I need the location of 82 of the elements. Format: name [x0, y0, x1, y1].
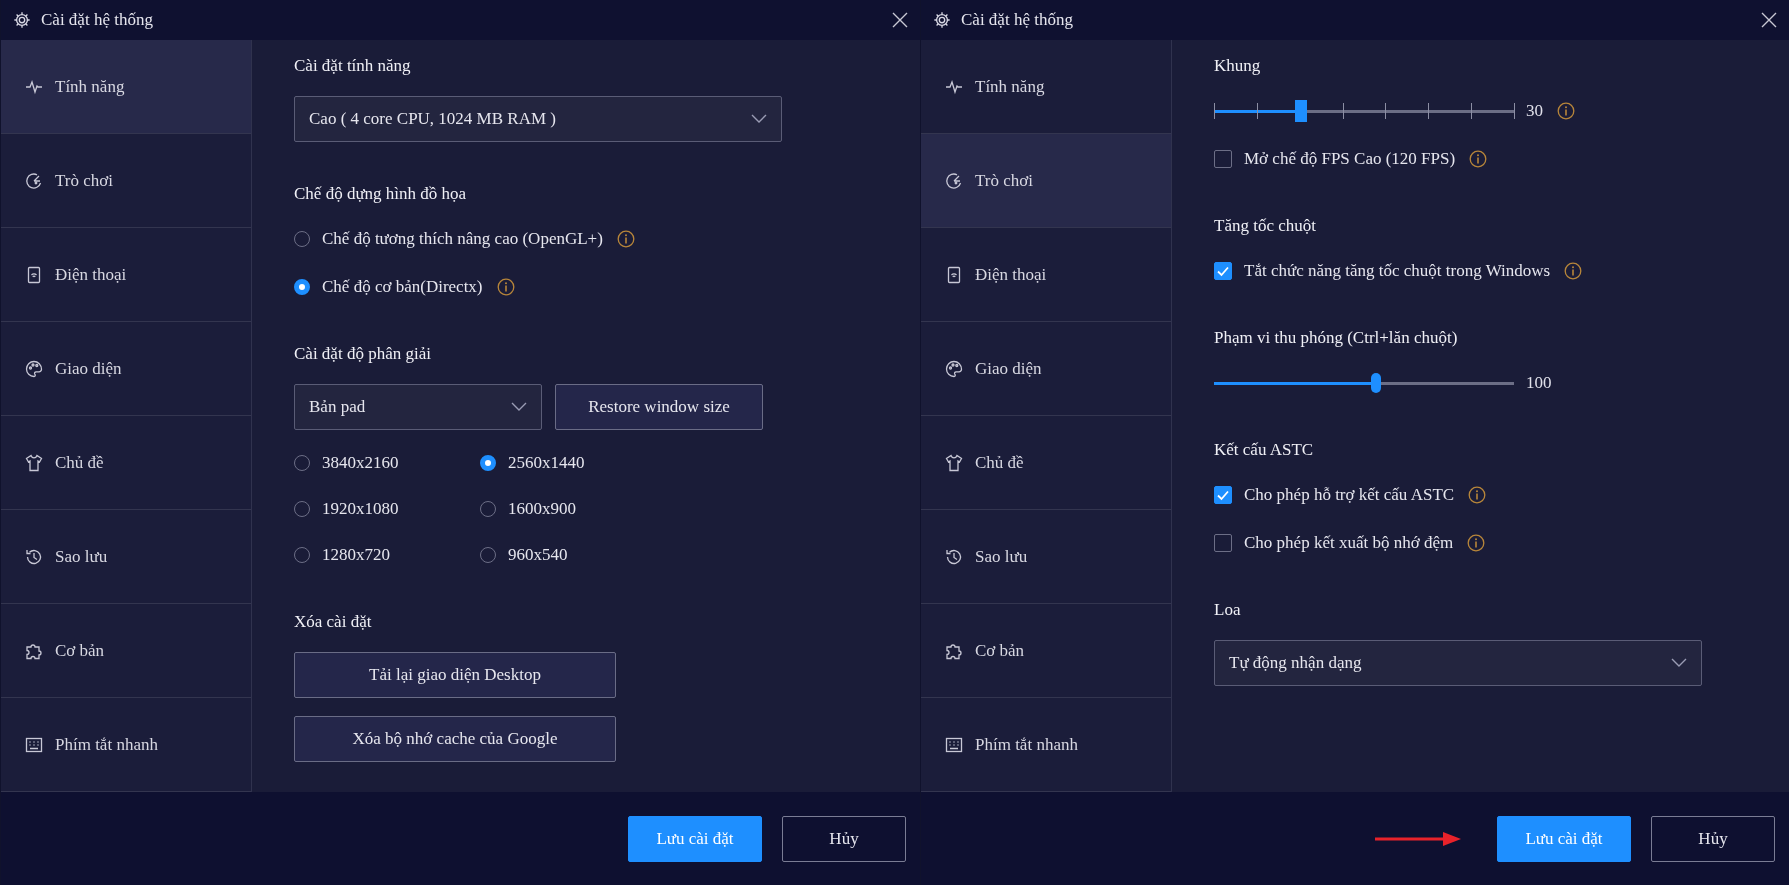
- option-label: 2560x1440: [508, 453, 585, 473]
- option-label: 3840x2160: [322, 453, 399, 473]
- pie-icon: [945, 171, 963, 190]
- restore-size-button[interactable]: Restore window size: [555, 384, 763, 430]
- info-icon[interactable]: [1468, 486, 1487, 504]
- cancel-button[interactable]: Hủy: [782, 815, 906, 862]
- section-heading: Kết cấu ASTC: [1214, 439, 1315, 461]
- section-heading: Cài đặt tính năng: [294, 55, 412, 77]
- section-heading: Khung: [1214, 55, 1262, 77]
- section-heading: Cài đặt độ phân giải: [294, 343, 432, 365]
- radio-button[interactable]: [480, 455, 496, 471]
- sidebar-item[interactable]: Chủ đề: [1, 416, 251, 510]
- keyboard-icon: [945, 735, 963, 754]
- chevron-down-icon: [511, 402, 527, 412]
- sidebar-item[interactable]: Tính năng: [1, 40, 251, 134]
- chevron-down-icon: [1671, 658, 1687, 668]
- sidebar-item[interactable]: Trò chơi: [921, 134, 1171, 228]
- radio-button[interactable]: [294, 279, 310, 295]
- action-button[interactable]: Xóa bộ nhớ cache của Google: [294, 716, 616, 762]
- action-button[interactable]: Tải lại giao diện Desktop: [294, 652, 616, 698]
- close-icon[interactable]: [892, 12, 908, 28]
- info-icon[interactable]: [1467, 534, 1486, 552]
- sidebar-item[interactable]: Chủ đề: [921, 416, 1171, 510]
- section-heading: Xóa cài đặt: [294, 611, 373, 633]
- info-icon[interactable]: [616, 230, 635, 248]
- sidebar-item[interactable]: Trò chơi: [1, 134, 251, 228]
- sidebar-item[interactable]: Điện thoại: [921, 228, 1171, 322]
- section-heading: Tăng tốc chuột: [1214, 215, 1317, 237]
- dropdown[interactable]: Bản pad: [294, 384, 542, 430]
- option-label: Cho phép kết xuất bộ nhớ đệm: [1244, 533, 1454, 553]
- sidebar-item[interactable]: Điện thoại: [1, 228, 251, 322]
- keyboard-icon: [25, 735, 43, 754]
- phone-icon: [25, 265, 43, 284]
- shirt-icon: [945, 453, 963, 472]
- info-icon[interactable]: [496, 278, 515, 296]
- slider-value: 100: [1526, 373, 1552, 393]
- section-heading: Loa: [1214, 599, 1242, 621]
- option-label: 960x540: [508, 545, 568, 565]
- option-label: Cho phép hỗ trợ kết cấu ASTC: [1244, 485, 1455, 505]
- sidebar-item[interactable]: Cơ bản: [1, 604, 251, 698]
- slider-value: 30: [1526, 101, 1543, 121]
- checkbox[interactable]: [1214, 486, 1232, 504]
- option-label: 1920x1080: [322, 499, 399, 519]
- info-icon[interactable]: [1469, 150, 1488, 168]
- section-heading: Phạm vi thu phóng (Ctrl+lăn chuột): [1214, 327, 1459, 349]
- puzzle-icon: [25, 641, 43, 660]
- puzzle-icon: [945, 641, 963, 660]
- info-icon[interactable]: [1564, 262, 1583, 280]
- section-heading: Chế độ dựng hình đồ họa: [294, 183, 468, 205]
- settings-icon: [933, 11, 951, 29]
- option-label: Mở chế độ FPS Cao (120 FPS): [1244, 149, 1456, 169]
- sidebar-item[interactable]: Cơ bản: [921, 604, 1171, 698]
- palette-icon: [25, 359, 43, 378]
- clock-icon: [945, 547, 963, 566]
- pie-icon: [25, 171, 43, 190]
- shirt-icon: [25, 453, 43, 472]
- option-label: Chế độ cơ bản(Directx): [322, 277, 483, 297]
- option-label: 1280x720: [322, 545, 390, 565]
- phone-icon: [945, 265, 963, 284]
- slider-handle[interactable]: [1371, 373, 1381, 393]
- close-icon[interactable]: [1761, 12, 1777, 28]
- clock-icon: [25, 547, 43, 566]
- chevron-down-icon: [751, 114, 767, 124]
- sidebar-item[interactable]: Giao diện: [921, 322, 1171, 416]
- info-icon[interactable]: [1557, 102, 1575, 120]
- slider-handle[interactable]: [1295, 100, 1307, 122]
- window-title: Cài đặt hệ thống: [41, 10, 153, 30]
- dropdown[interactable]: Tự động nhận dạng: [1214, 640, 1702, 686]
- palette-icon: [945, 359, 963, 378]
- sidebar-item[interactable]: Sao lưu: [921, 510, 1171, 604]
- option-label: Chế độ tương thích nâng cao (OpenGL+): [322, 229, 603, 249]
- window-title: Cài đặt hệ thống: [961, 10, 1073, 30]
- option-label: Tắt chức năng tăng tốc chuột trong Windows: [1244, 261, 1551, 281]
- settings-icon: [13, 11, 31, 29]
- checkbox[interactable]: [1214, 262, 1232, 280]
- sidebar-item[interactable]: Giao diện: [1, 322, 251, 416]
- cancel-button[interactable]: Hủy: [1651, 815, 1775, 862]
- sidebar-item[interactable]: Sao lưu: [1, 510, 251, 604]
- checkbox[interactable]: [1214, 534, 1232, 552]
- checkbox[interactable]: [1214, 150, 1232, 168]
- option-label: 1600x900: [508, 499, 576, 519]
- dropdown[interactable]: Cao ( 4 core CPU, 1024 MB RAM ): [294, 96, 782, 142]
